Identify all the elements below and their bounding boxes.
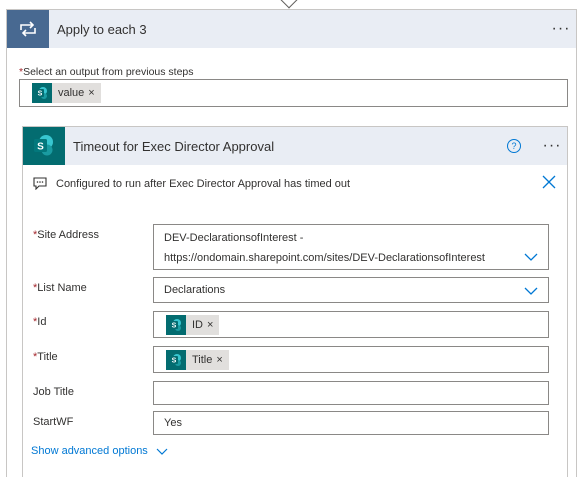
token-label: Title — [192, 354, 213, 366]
remove-token-icon[interactable]: × — [216, 354, 228, 366]
site-address-dropdown[interactable]: DEV-DeclarationsofInterest - https://ond… — [153, 224, 549, 270]
title-input[interactable]: S Title × — [153, 346, 549, 373]
title-token[interactable]: S Title × — [166, 350, 229, 370]
timeout-action-card: S Timeout for Exec Director Approval ? ·… — [22, 126, 568, 477]
apply-to-each-header[interactable]: Apply to each 3 ··· — [7, 10, 576, 48]
list-name-dropdown[interactable]: Declarations — [153, 277, 549, 303]
run-after-note: Configured to run after Exec Director Ap… — [33, 177, 350, 190]
close-icon[interactable] — [541, 174, 557, 190]
sharepoint-icon: S — [166, 350, 186, 370]
job-title-label: Job Title — [33, 386, 74, 398]
action-title: Timeout for Exec Director Approval — [73, 138, 275, 154]
job-title-input[interactable] — [153, 381, 549, 405]
id-token[interactable]: S ID × — [166, 315, 220, 335]
svg-text:S: S — [38, 91, 43, 98]
apply-to-each-card: Apply to each 3 ··· *Select an output fr… — [6, 9, 577, 477]
show-advanced-options-link[interactable]: Show advanced options — [31, 445, 168, 457]
chevron-down-icon[interactable] — [524, 253, 538, 261]
svg-text:S: S — [172, 323, 177, 330]
connector-arrow — [280, 0, 298, 9]
sharepoint-icon: S — [166, 315, 186, 335]
startwf-label: StartWF — [33, 416, 74, 428]
run-after-text: Configured to run after Exec Director Ap… — [56, 177, 351, 190]
site-address-line1: DEV-DeclarationsofInterest - — [164, 232, 304, 244]
title-label: *Title — [33, 351, 58, 363]
chevron-down-icon[interactable] — [524, 287, 538, 295]
svg-text:S: S — [37, 142, 44, 153]
id-label: *Id — [33, 316, 47, 328]
svg-text:S: S — [172, 358, 177, 365]
token-label: ID — [192, 319, 203, 331]
value-token[interactable]: S value × — [32, 83, 101, 103]
select-output-input[interactable]: S value × — [19, 79, 568, 107]
apply-to-each-title: Apply to each 3 — [57, 21, 147, 37]
help-icon[interactable]: ? — [507, 139, 521, 153]
startwf-input[interactable]: Yes — [153, 411, 549, 435]
remove-token-icon[interactable]: × — [88, 87, 100, 99]
select-output-label: *Select an output from previous steps — [19, 66, 194, 78]
site-address-label: *Site Address — [33, 229, 100, 241]
sharepoint-icon: S — [32, 83, 52, 103]
action-header[interactable]: S Timeout for Exec Director Approval ? ·… — [23, 127, 567, 165]
token-label: value — [58, 87, 85, 99]
sharepoint-icon: S — [23, 127, 65, 165]
chevron-down-icon — [156, 448, 168, 455]
comment-icon — [33, 177, 47, 190]
loop-more-options-button[interactable]: ··· — [546, 20, 576, 38]
action-more-options-button[interactable]: ··· — [537, 137, 567, 155]
list-name-value: Declarations — [164, 284, 226, 296]
site-address-line2: https://ondomain.sharepoint.com/sites/DE… — [164, 252, 485, 264]
remove-token-icon[interactable]: × — [207, 319, 219, 331]
id-input[interactable]: S ID × — [153, 311, 549, 338]
startwf-value: Yes — [164, 417, 182, 429]
loop-icon — [7, 10, 49, 48]
list-name-label: *List Name — [33, 282, 87, 294]
